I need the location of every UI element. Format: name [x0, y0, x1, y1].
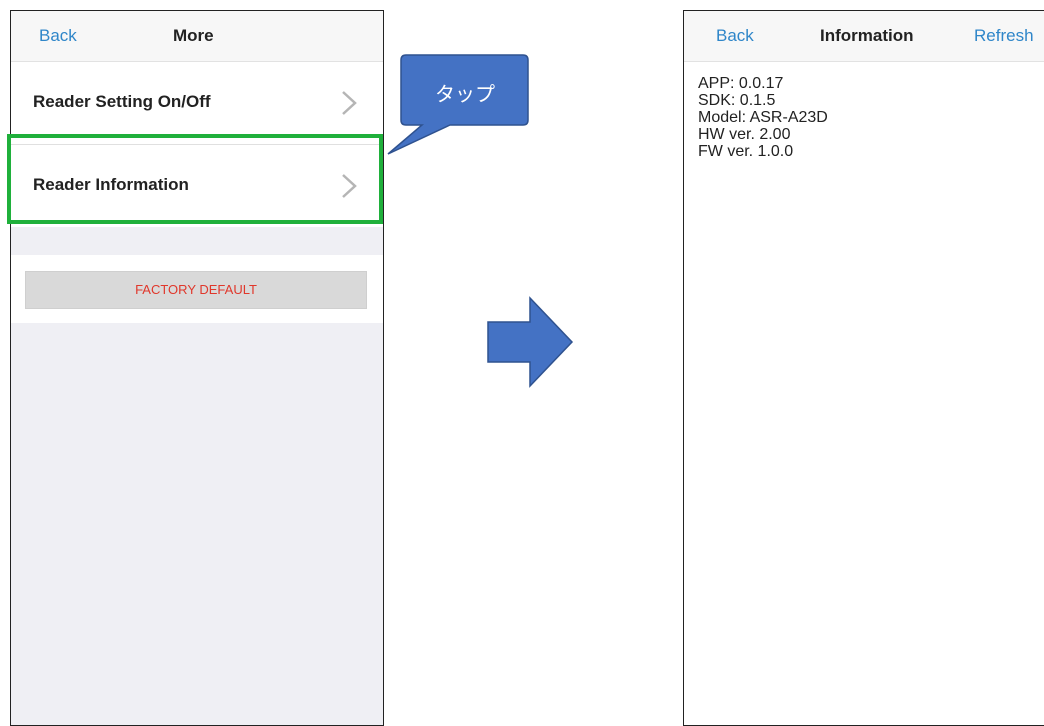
more-list: Reader Setting On/Off Reader Information…: [11, 62, 383, 725]
reader-setting-label: Reader Setting On/Off: [33, 92, 211, 111]
callout-balloon: [387, 54, 529, 155]
more-navbar: Back More: [11, 11, 383, 62]
arrow-right-icon: [487, 296, 574, 388]
fw-version-text: FW ver. 1.0.0: [698, 143, 794, 160]
factory-default-section: FACTORY DEFAULT: [11, 255, 383, 323]
reader-setting-row[interactable]: Reader Setting On/Off: [11, 62, 383, 144]
hw-version-text: HW ver. 2.00: [698, 126, 791, 143]
refresh-button[interactable]: Refresh: [974, 26, 1034, 46]
more-screen: Back More Reader Setting On/Off Reader I…: [10, 10, 384, 726]
reader-information-label: Reader Information: [33, 175, 189, 194]
callout-text: タップ: [435, 84, 495, 106]
page-title: Information: [820, 26, 914, 45]
chevron-right-icon: [342, 91, 357, 115]
app-version-text: APP: 0.0.17: [698, 75, 784, 92]
back-button[interactable]: Back: [716, 26, 754, 46]
reader-information-row[interactable]: Reader Information: [11, 145, 383, 227]
information-navbar: Back Information Refresh: [684, 11, 1044, 62]
model-text: Model: ASR-A23D: [698, 109, 828, 126]
sdk-version-text: SDK: 0.1.5: [698, 92, 776, 109]
back-button[interactable]: Back: [39, 26, 77, 46]
device-info-list: APP: 0.0.17 SDK: 0.1.5 Model: ASR-A23D H…: [698, 75, 828, 160]
page-title: More: [173, 26, 214, 45]
information-screen: Back Information Refresh APP: 0.0.17 SDK…: [683, 10, 1044, 726]
chevron-right-icon: [342, 174, 357, 198]
factory-default-button[interactable]: FACTORY DEFAULT: [25, 271, 367, 309]
